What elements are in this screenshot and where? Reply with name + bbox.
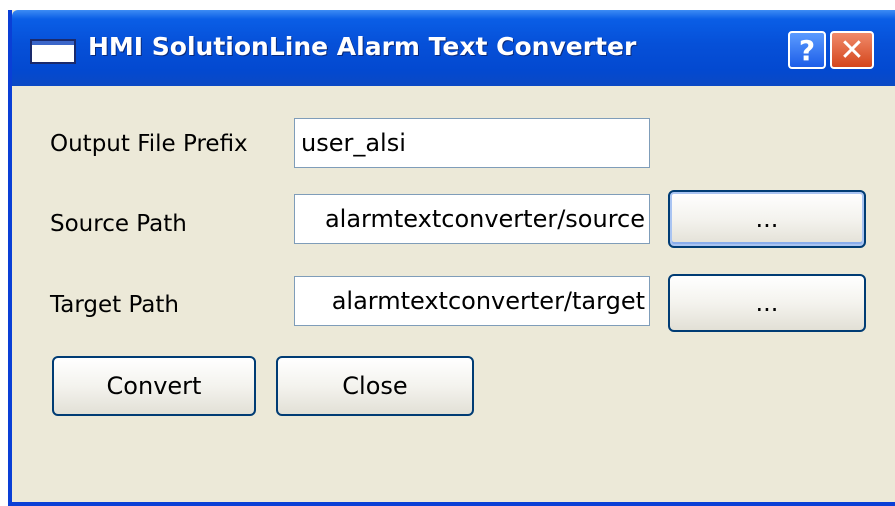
source-path-input[interactable]: alarmtextconverter/source [294,194,650,244]
source-path-label: Source Path [50,211,187,237]
help-icon: ? [798,33,816,67]
source-browse-label: ... [755,205,779,233]
source-path-value: alarmtextconverter/source [324,205,645,233]
target-path-input[interactable]: alarmtextconverter/target [294,276,650,326]
target-path-label: Target Path [50,292,179,318]
convert-button[interactable]: Convert [52,356,256,416]
source-browse-button[interactable]: ... [668,190,866,248]
window-icon[interactable] [30,39,76,64]
output-prefix-value: user_alsi [301,129,406,157]
title-bar[interactable]: HMI SolutionLine Alarm Text Converter ? … [12,10,895,86]
convert-label: Convert [106,372,202,400]
close-button[interactable]: Close [276,356,474,416]
window-title: HMI SolutionLine Alarm Text Converter [88,32,637,61]
output-prefix-input[interactable]: user_alsi [294,118,650,168]
output-prefix-label: Output File Prefix [50,131,248,157]
dialog-window: HMI SolutionLine Alarm Text Converter ? … [8,10,895,506]
target-browse-button[interactable]: ... [668,274,866,332]
target-path-value: alarmtextconverter/target [331,287,645,315]
close-icon: ✕ [839,32,865,68]
close-label: Close [342,372,408,400]
close-window-button[interactable]: ✕ [830,31,874,69]
help-button[interactable]: ? [788,31,826,69]
target-browse-label: ... [755,289,779,317]
